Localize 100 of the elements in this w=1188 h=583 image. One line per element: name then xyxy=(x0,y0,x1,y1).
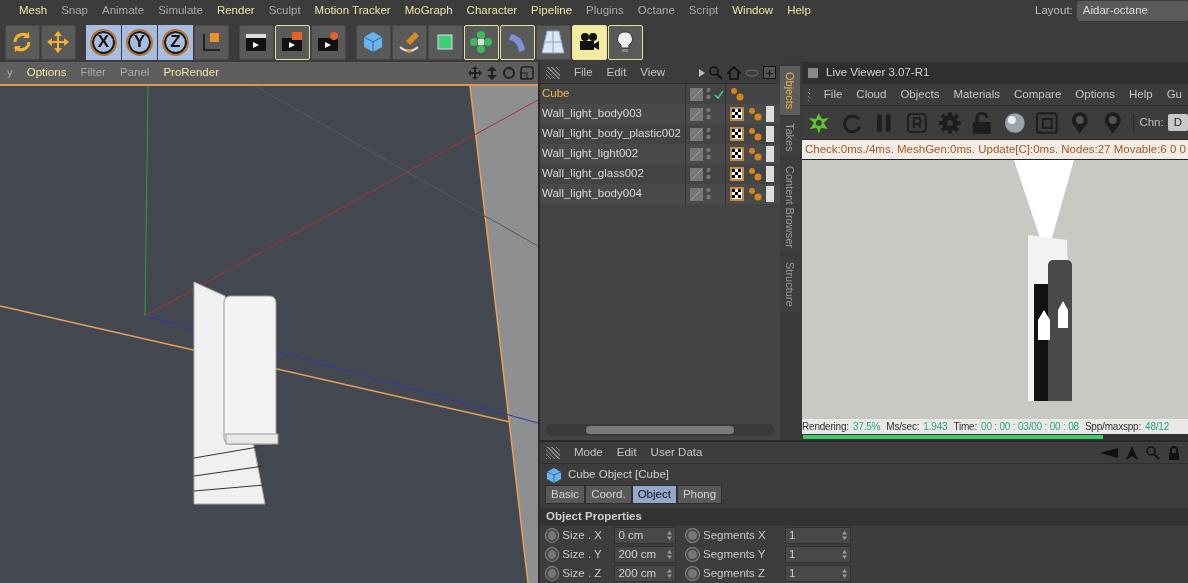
keyframe-button[interactable] xyxy=(686,566,699,580)
play-icon[interactable] xyxy=(699,68,705,77)
menu-item[interactable]: Plugins xyxy=(579,2,631,20)
search-icon[interactable] xyxy=(1146,445,1160,460)
menu-item[interactable]: Materials xyxy=(947,85,1007,104)
menu-item[interactable]: Edit xyxy=(610,443,643,462)
spinner-arrows-icon xyxy=(842,549,847,559)
window-icon[interactable] xyxy=(520,66,534,80)
stat-value: 37.5% xyxy=(852,420,881,434)
panel-tab[interactable]: Structure xyxy=(780,256,800,313)
number-field[interactable]: 1 xyxy=(785,545,851,563)
layer-icon xyxy=(690,167,703,181)
axis-button[interactable]: Y xyxy=(122,24,157,60)
axis-button[interactable]: X xyxy=(86,24,121,60)
layout-dropdown[interactable]: Aidar-octane xyxy=(1076,1,1188,21)
menu-item[interactable]: Pipeline xyxy=(524,2,580,20)
check-icon[interactable] xyxy=(714,89,724,99)
visibility-dots-icon[interactable] xyxy=(706,107,711,121)
menu-item[interactable]: File xyxy=(817,85,849,104)
eye-icon[interactable] xyxy=(745,68,759,77)
settings-icon[interactable] xyxy=(937,110,962,135)
rotate-icon[interactable] xyxy=(502,66,516,80)
number-field[interactable]: 200 cm xyxy=(614,545,676,563)
stat-value: 00 : 00 : 03/00 : 00 : 08 xyxy=(981,420,1079,434)
back-arrow-icon[interactable] xyxy=(1100,447,1118,458)
menu-item[interactable]: Window xyxy=(725,2,781,20)
toolbar-button[interactable] xyxy=(41,24,76,60)
channel-dropdown[interactable]: D xyxy=(1167,113,1188,132)
toolbar-button[interactable] xyxy=(239,24,274,60)
vertical-arrows-icon[interactable] xyxy=(486,66,498,80)
menu-item[interactable]: ProRender xyxy=(156,64,226,82)
menu-item[interactable]: Sculpt xyxy=(261,2,308,20)
menu-item[interactable]: MoGraph xyxy=(397,2,460,20)
move-icon[interactable] xyxy=(468,66,482,80)
object-name[interactable]: Wall_light_glass002 xyxy=(540,165,685,183)
number-field[interactable]: 200 cm xyxy=(614,564,676,582)
attribute-tab[interactable]: Object xyxy=(631,485,677,505)
menu-item[interactable]: Compare xyxy=(1008,85,1068,104)
panel-tab[interactable]: Takes xyxy=(780,117,800,159)
menu-item[interactable]: Motion Tracker xyxy=(307,2,398,20)
menu-item[interactable]: Help xyxy=(780,2,818,20)
attribute-tab[interactable]: Coord. xyxy=(585,485,632,505)
keyframe-button[interactable] xyxy=(546,547,559,561)
add-panel-icon[interactable] xyxy=(763,66,776,79)
menu-item[interactable]: Snap xyxy=(54,2,95,20)
region-box-icon[interactable] xyxy=(1035,110,1060,135)
visibility-dots-icon[interactable] xyxy=(706,187,711,201)
cursor-arrow-icon[interactable] xyxy=(1126,445,1138,460)
attribute-tab[interactable]: Basic xyxy=(545,485,586,505)
unlocked-padlock-icon[interactable] xyxy=(970,110,994,135)
toolbar-button[interactable] xyxy=(536,24,571,60)
number-field[interactable]: 1 xyxy=(785,564,851,582)
menu-item[interactable]: Objects xyxy=(894,85,946,104)
menu-item[interactable]: Options xyxy=(1069,85,1121,104)
visibility-dots-icon[interactable] xyxy=(706,87,711,101)
panel-tab[interactable]: Objects xyxy=(780,66,800,116)
keyframe-button[interactable] xyxy=(546,528,559,542)
number-field[interactable]: 0 cm xyxy=(614,526,676,544)
horizontal-scrollbar[interactable] xyxy=(546,424,774,436)
keyframe-button[interactable] xyxy=(686,528,699,542)
menu-item[interactable]: Help xyxy=(1123,85,1159,104)
menu-item[interactable]: Animate xyxy=(95,2,152,20)
menu-item[interactable]: Render xyxy=(209,2,262,20)
stat-label: Spp/maxspp: xyxy=(1084,420,1142,434)
menu-item[interactable]: User Data xyxy=(644,443,709,462)
attribute-tab[interactable]: Phong xyxy=(676,485,723,505)
panel-tab[interactable]: Content Browser xyxy=(780,160,800,254)
dots-tag-icon xyxy=(748,127,762,141)
lock-icon[interactable] xyxy=(1168,445,1180,460)
toolbar-button[interactable] xyxy=(194,24,229,60)
menu-item[interactable]: Octane xyxy=(630,2,682,20)
menu-item[interactable]: Edit xyxy=(600,63,633,82)
visibility-dots-icon[interactable] xyxy=(706,127,711,141)
object-name[interactable]: Wall_light_body_plastic002 xyxy=(540,125,685,143)
menu-item[interactable]: Mesh xyxy=(12,2,55,20)
axis-button[interactable]: Z xyxy=(158,24,193,60)
keyframe-button[interactable] xyxy=(686,547,699,561)
menu-item[interactable]: Gu xyxy=(1160,85,1188,104)
menu-item[interactable]: File xyxy=(568,63,599,82)
sphere-icon[interactable] xyxy=(1002,110,1027,135)
field-label: Size . Y xyxy=(562,546,603,562)
number-field[interactable]: 1 xyxy=(785,526,851,544)
visibility-dots-icon[interactable] xyxy=(706,147,711,161)
menu-item[interactable]: View xyxy=(634,63,672,82)
r-box-icon[interactable] xyxy=(904,110,929,135)
menu-item[interactable]: Character xyxy=(459,2,525,20)
menu-item[interactable]: Options xyxy=(19,64,74,82)
material-thumbnail-icon xyxy=(766,106,774,122)
menu-item[interactable]: Mode xyxy=(568,443,609,462)
visibility-dots-icon[interactable] xyxy=(706,167,711,181)
menu-item[interactable]: Cloud xyxy=(850,85,893,104)
menu-item[interactable]: Simulate xyxy=(151,2,210,20)
grip-icon xyxy=(546,66,560,79)
toolbar-button[interactable] xyxy=(428,24,463,60)
menu-item[interactable]: Script xyxy=(681,2,726,20)
spinner-arrows-icon xyxy=(667,549,672,559)
object-name[interactable]: Cube xyxy=(540,85,685,103)
toolbar-button[interactable] xyxy=(5,24,40,60)
keyframe-button[interactable] xyxy=(546,566,559,580)
home-icon[interactable] xyxy=(727,65,741,80)
